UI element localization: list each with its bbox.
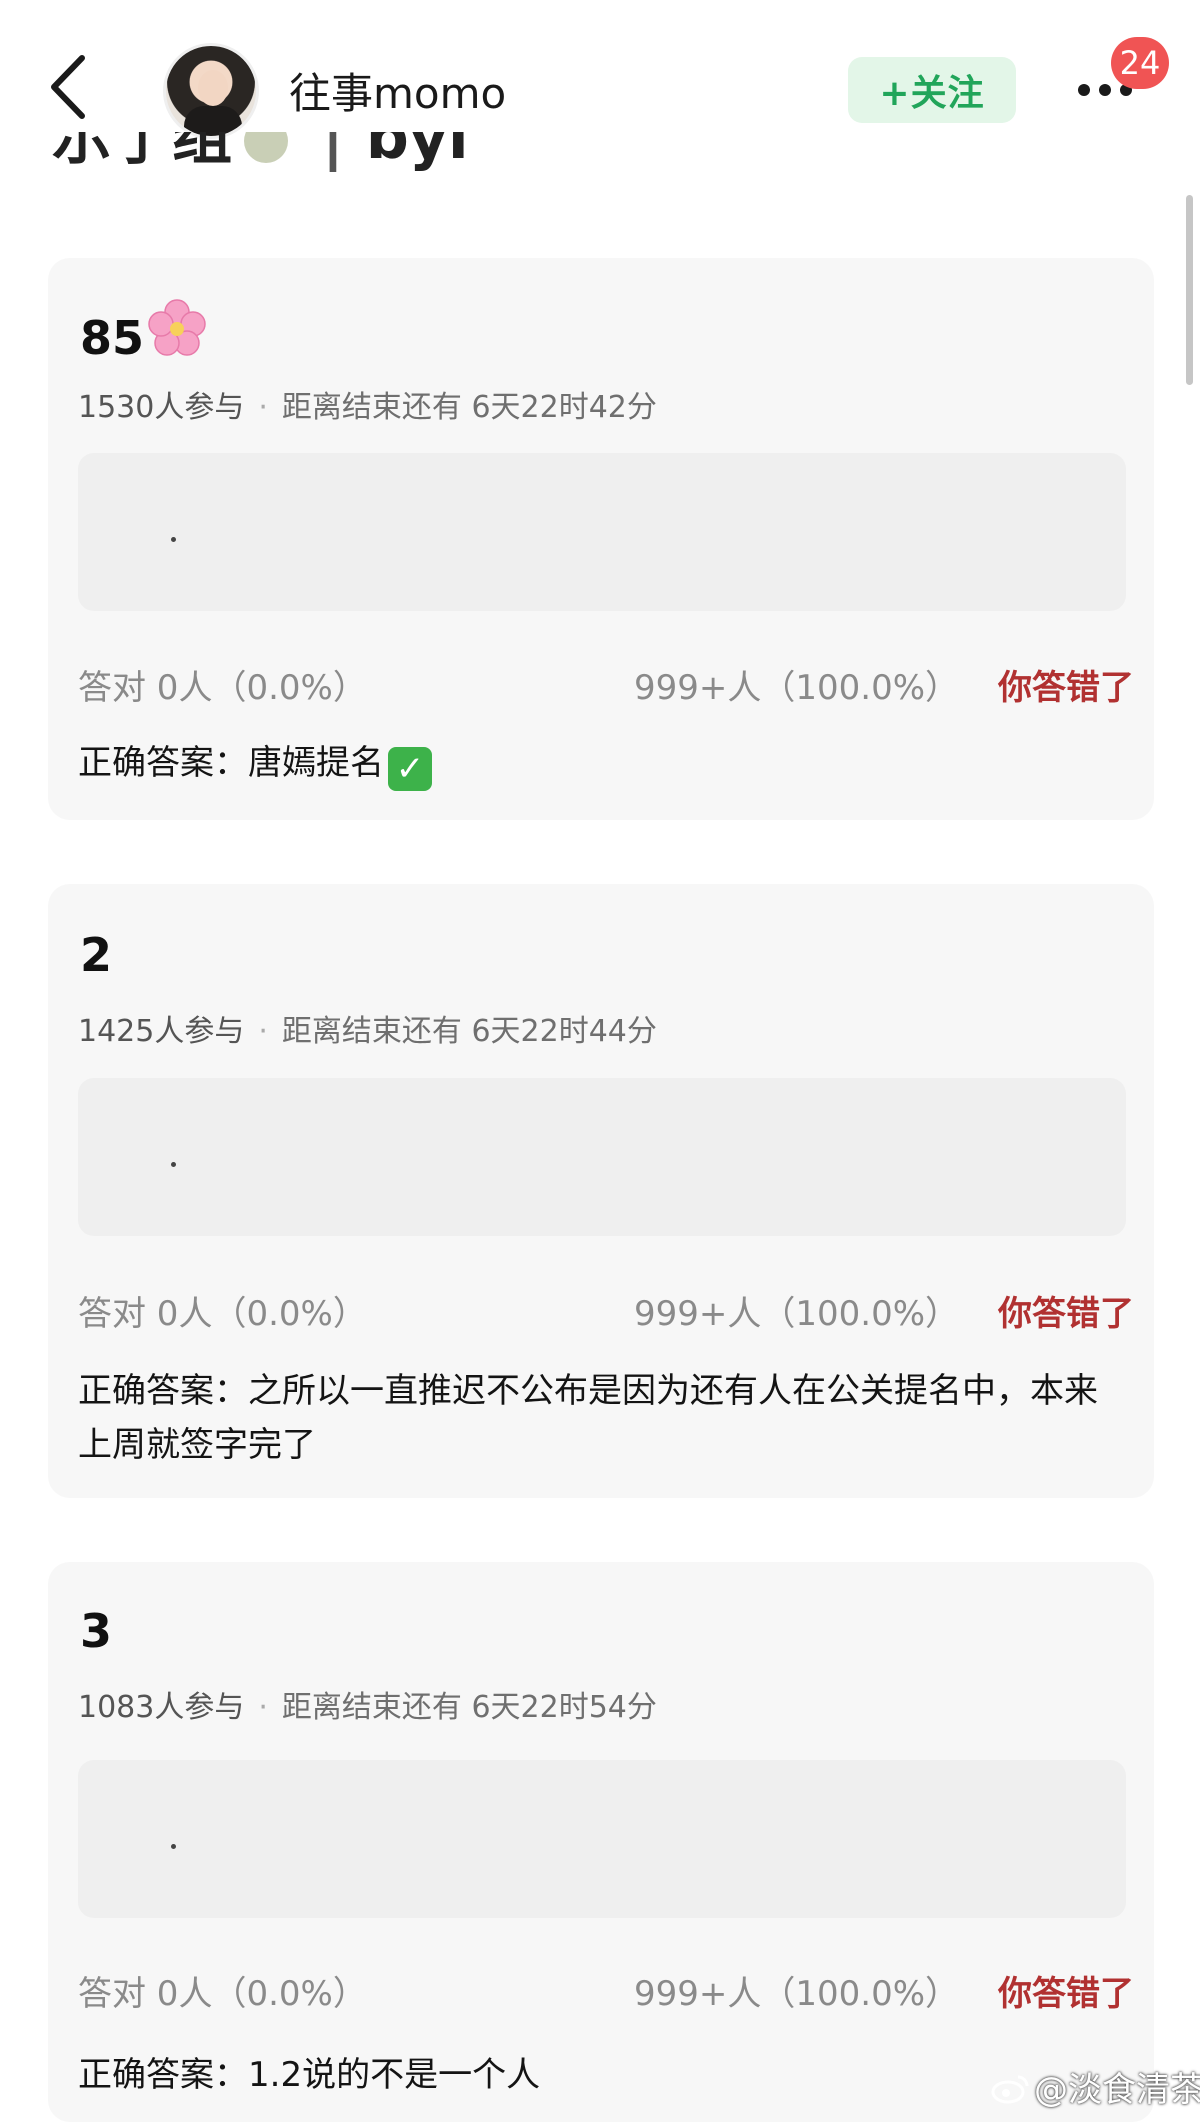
quiz-stats: 答对 0人（0.0%） 999+人（100.0%） 你答错了 <box>78 1286 1134 1335</box>
avatar-face <box>198 70 228 106</box>
quiz-title: 2 <box>80 928 113 982</box>
quiz-card: 85 1530人参与 · 距离结束还有 6天22时42分 答对 0人（0.0%） 9… <box>48 258 1154 820</box>
remaining-time: 6天22时54分 <box>471 1690 657 1725</box>
option-text <box>171 1162 176 1167</box>
participant-count: 1530人参与 <box>78 390 245 425</box>
quiz-meta: 1425人参与 · 距离结束还有 6天22时44分 <box>78 1014 657 1049</box>
quiz-card: 3 1083人参与 · 距离结束还有 6天22时54分 答对 0人（0.0%） 99… <box>48 1562 1154 2122</box>
correct-stats: 答对 0人（0.0%） <box>78 1294 367 1334</box>
result-wrong: 你答错了 <box>998 1294 1134 1334</box>
avatar[interactable] <box>163 43 259 139</box>
check-mark-icon: ✓ <box>388 747 432 791</box>
wrong-stats: 999+人（100.0%） <box>634 1974 960 2014</box>
quiz-card: 2 1425人参与 · 距离结束还有 6天22时44分 答对 0人（0.0%） 99… <box>48 884 1154 1498</box>
correct-answer: 正确答案：唐嫣提名 ✓ <box>78 736 1098 791</box>
wrong-stats: 999+人（100.0%） <box>634 668 960 708</box>
quiz-meta: 1530人参与 · 距离结束还有 6天22时42分 <box>78 390 657 425</box>
weibo-logo-icon <box>991 2075 1029 2104</box>
quiz-stats: 答对 0人（0.0%） 999+人（100.0%） 你答错了 <box>78 1966 1134 2015</box>
option-text <box>171 1844 176 1849</box>
result-wrong: 你答错了 <box>998 1974 1134 2014</box>
quiz-option[interactable] <box>78 1760 1126 1918</box>
answer-label: 正确答案： <box>78 1371 248 1411</box>
round-emoji-icon <box>244 132 288 164</box>
notification-badge: 24 <box>1111 37 1169 89</box>
post-title-tail: byl <box>365 132 469 173</box>
scrollbar[interactable] <box>1186 195 1193 385</box>
result-wrong: 你答错了 <box>998 668 1134 708</box>
correct-answer: 正确答案：1.2说的不是一个人 <box>78 2048 1098 2102</box>
correct-stats: 答对 0人（0.0%） <box>78 1974 367 2014</box>
answer-text: 1.2说的不是一个人 <box>248 2055 541 2095</box>
remaining-label: 距离结束还有 <box>281 1014 462 1049</box>
quiz-option[interactable] <box>78 453 1126 611</box>
answer-label: 正确答案： <box>78 2055 248 2095</box>
remaining-label: 距离结束还有 <box>281 390 462 425</box>
answer-label: 正确答案： <box>78 743 248 783</box>
back-chevron-icon[interactable] <box>44 52 94 122</box>
username[interactable]: 往事momo <box>289 60 506 121</box>
participant-count: 1083人参与 <box>78 1690 245 1725</box>
post-title-partial: 示了组 | byl <box>52 132 552 182</box>
quiz-title: 3 <box>80 1604 113 1658</box>
post-title-text: 示了组 <box>52 132 232 173</box>
quiz-option[interactable] <box>78 1078 1126 1236</box>
participant-count: 1425人参与 <box>78 1014 245 1049</box>
wrong-stats: 999+人（100.0%） <box>634 1294 960 1334</box>
remaining-time: 6天22时42分 <box>471 390 657 425</box>
remaining-label: 距离结束还有 <box>281 1690 462 1725</box>
answer-text: 唐嫣提名 <box>248 743 384 783</box>
correct-stats: 答对 0人（0.0%） <box>78 668 367 708</box>
option-text <box>171 537 176 542</box>
quiz-title: 85 <box>80 298 208 365</box>
cherry-blossom-icon <box>148 299 206 356</box>
correct-answer: 正确答案：之所以一直推迟不公布是因为还有人在公关提名中，本来上周就签字完了 <box>78 1364 1098 1472</box>
watermark-text: @淡食清茶 <box>1034 2070 1200 2110</box>
follow-button[interactable]: +关注 <box>848 57 1016 123</box>
quiz-stats: 答对 0人（0.0%） 999+人（100.0%） 你答错了 <box>78 660 1134 709</box>
watermark: @淡食清茶 <box>990 2062 1200 2111</box>
quiz-meta: 1083人参与 · 距离结束还有 6天22时54分 <box>78 1690 657 1725</box>
remaining-time: 6天22时44分 <box>471 1014 657 1049</box>
